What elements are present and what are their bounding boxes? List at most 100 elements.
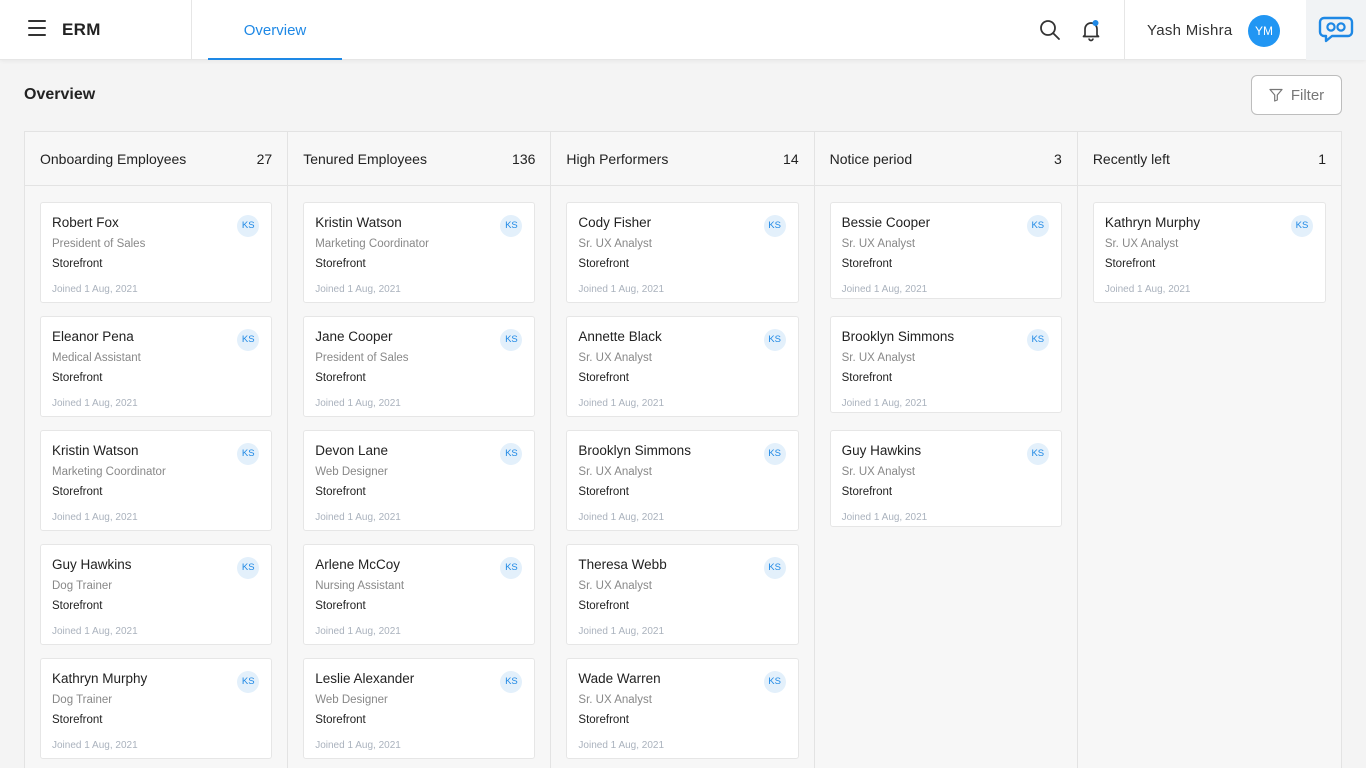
employee-card[interactable]: Leslie Alexander Web Designer Storefront Jo… (303, 658, 536, 759)
employee-joined-date: Joined 1 Aug, 2021 (315, 740, 401, 751)
employee-role: Sr. UX Analyst (578, 352, 652, 364)
assignee-badge: KS (500, 329, 523, 351)
employee-card[interactable]: Devon Lane Web Designer Storefront Joined 1… (303, 430, 536, 531)
employee-role: Sr. UX Analyst (841, 466, 916, 478)
employee-card[interactable]: Cody Fisher Sr. UX Analyst Storefront Joine… (566, 202, 799, 303)
employee-name: Kathryn Murphy (1104, 215, 1201, 230)
assignee-badge: KS (237, 329, 260, 351)
employee-joined-date: Joined 1 Aug, 2021 (841, 512, 928, 523)
employee-store: Storefront (52, 372, 103, 384)
employee-store: Storefront (578, 600, 629, 612)
page-title: Overview (24, 86, 96, 103)
employee-joined-date: Joined 1 Aug, 2021 (315, 626, 401, 637)
notification-bell-icon[interactable] (1079, 18, 1103, 42)
header-divider (1124, 0, 1125, 60)
employee-role: President of Sales (52, 238, 146, 250)
assignee-badge: KS (763, 443, 786, 465)
employee-joined-date: Joined 1 Aug, 2021 (52, 398, 138, 409)
employee-name: Eleanor Pena (52, 329, 134, 344)
employee-role: Sr. UX Analyst (578, 580, 652, 592)
employee-store: Storefront (841, 486, 893, 498)
employee-name: Theresa Webb (578, 557, 667, 572)
employee-card[interactable]: Kristin Watson Marketing Coordinator Store… (303, 202, 536, 303)
board-column: Recently left 1 Kathryn Murphy Sr. UX Analy… (1077, 132, 1342, 768)
employee-card[interactable]: Jane Cooper President of Sales Storefront J… (303, 316, 536, 417)
assignee-badge: KS (500, 557, 523, 579)
assignee-badge: KS (237, 215, 260, 237)
employee-joined-date: Joined 1 Aug, 2021 (315, 284, 401, 295)
employee-card[interactable]: Arlene McCoy Nursing Assistant Storefront J… (303, 544, 536, 645)
employee-name: Brooklyn Simmons (841, 329, 955, 344)
hamburger-menu-icon[interactable] (28, 20, 50, 40)
employee-card[interactable]: Kathryn Murphy Sr. UX Analyst Storefront Jo… (1092, 202, 1327, 303)
employee-role: Nursing Assistant (315, 580, 405, 592)
employee-card[interactable]: Wade Warren Sr. UX Analyst Storefront Joine… (566, 658, 799, 759)
employee-card[interactable]: Guy Hawkins Dog Trainer Storefront Joined 1… (40, 544, 273, 645)
board-column: High Performers 14 Cody Fisher Sr. UX Analy… (551, 132, 815, 768)
column-count: 1 (1318, 150, 1327, 167)
employee-name: Annette Black (578, 329, 662, 344)
employee-joined-date: Joined 1 Aug, 2021 (52, 740, 138, 751)
employee-name: Cody Fisher (578, 215, 652, 230)
search-icon[interactable] (1038, 18, 1062, 42)
employee-card[interactable]: Bessie Cooper Sr. UX Analyst Storefront Joi… (829, 202, 1062, 299)
employee-card[interactable]: Theresa Webb Sr. UX Analyst Storefront Join… (566, 544, 799, 645)
employee-joined-date: Joined 1 Aug, 2021 (578, 740, 665, 751)
assignee-badge: KS (763, 329, 786, 351)
employee-role: Marketing Coordinator (315, 238, 429, 250)
employee-store: Storefront (52, 258, 103, 270)
employee-card[interactable]: Brooklyn Simmons Sr. UX Analyst Storefront… (829, 316, 1062, 413)
employee-joined-date: Joined 1 Aug, 2021 (1104, 284, 1191, 295)
column-title: Onboarding Employees (40, 150, 187, 167)
employee-joined-date: Joined 1 Aug, 2021 (315, 398, 401, 409)
assignee-badge: KS (237, 443, 260, 465)
assignee-badge: KS (500, 215, 523, 237)
employee-store: Storefront (841, 258, 893, 270)
tab-overview[interactable]: Overview (208, 0, 342, 60)
employee-store: Storefront (315, 486, 366, 498)
employee-name: Robert Fox (52, 215, 119, 230)
employee-role: Sr. UX Analyst (578, 238, 652, 250)
column-title: Notice period (829, 150, 913, 167)
app-title: ERM (62, 20, 101, 39)
assignee-badge: KS (1291, 215, 1314, 237)
employee-store: Storefront (578, 714, 629, 726)
employee-name: Brooklyn Simmons (578, 443, 691, 458)
header-divider (191, 0, 192, 60)
employee-role: Dog Trainer (52, 580, 113, 592)
column-count: 3 (1054, 150, 1062, 167)
employee-card[interactable]: Robert Fox President of Sales Storefront Jo… (40, 202, 273, 303)
employee-card[interactable]: Brooklyn Simmons Sr. UX Analyst Storefront… (566, 430, 799, 531)
employee-name: Leslie Alexander (315, 671, 415, 686)
chat-logo-icon[interactable] (1306, 0, 1366, 60)
filter-button[interactable]: Filter (1251, 75, 1342, 115)
employee-store: Storefront (315, 600, 366, 612)
column-title: Tenured Employees (303, 150, 427, 167)
column-title: High Performers (566, 150, 669, 167)
top-bar: ERM Overview Yash Mishra YM (0, 0, 1366, 60)
employee-joined-date: Joined 1 Aug, 2021 (578, 398, 665, 409)
employee-name: Jane Cooper (315, 329, 393, 344)
employee-store: Storefront (1104, 258, 1156, 270)
assignee-badge: KS (763, 215, 786, 237)
employee-card[interactable]: Guy Hawkins Sr. UX Analyst Storefront Joine… (829, 430, 1062, 527)
employee-card[interactable]: Kathryn Murphy Dog Trainer Storefront Joine… (40, 658, 273, 759)
assignee-badge: KS (763, 671, 786, 693)
column-count: 136 (512, 150, 536, 167)
assignee-badge: KS (237, 557, 260, 579)
employee-joined-date: Joined 1 Aug, 2021 (315, 512, 401, 523)
employee-card[interactable]: Kristin Watson Marketing Coordinator Store… (40, 430, 273, 531)
employee-name: Guy Hawkins (841, 443, 922, 458)
user-avatar[interactable]: YM (1248, 15, 1280, 47)
assignee-badge: KS (237, 671, 260, 693)
employee-role: Dog Trainer (52, 694, 113, 706)
employee-role: Marketing Coordinator (52, 466, 166, 478)
employee-name: Arlene McCoy (315, 557, 400, 572)
board-column: Notice period 3 Bessie Cooper Sr. UX Analys… (814, 132, 1078, 768)
employee-store: Storefront (315, 714, 366, 726)
assignee-badge: KS (1026, 443, 1049, 465)
employee-card[interactable]: Annette Black Sr. UX Analyst Storefront Joi… (566, 316, 799, 417)
assignee-badge: KS (500, 671, 523, 693)
employee-name: Guy Hawkins (52, 557, 132, 572)
employee-card[interactable]: Eleanor Pena Medical Assistant Storefront J… (40, 316, 273, 417)
